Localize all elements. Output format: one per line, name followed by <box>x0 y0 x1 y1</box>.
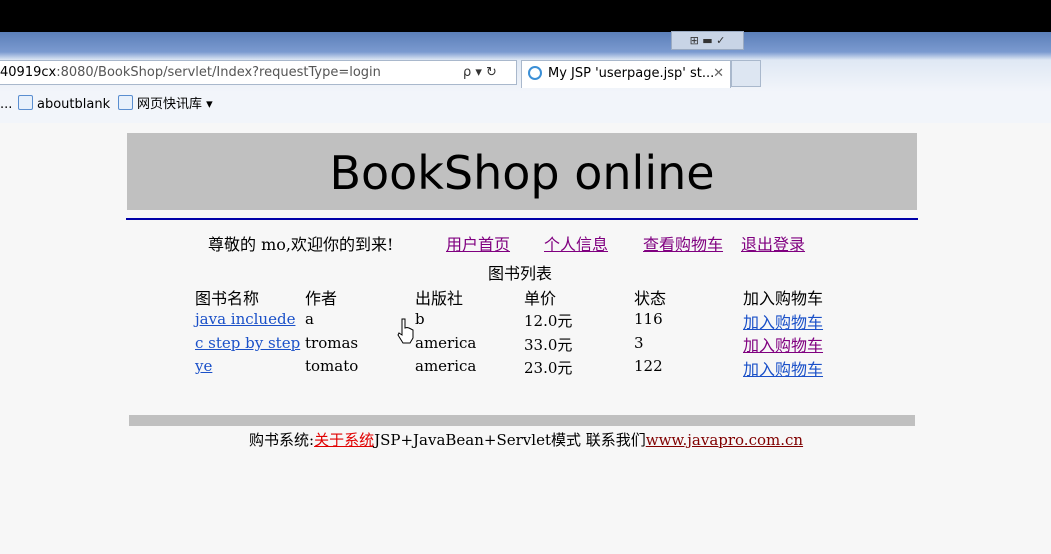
address-bar-icons[interactable]: ρ ▾ ↻ <box>463 61 517 84</box>
footer-divider <box>129 415 915 426</box>
hand-cursor-icon <box>397 318 414 344</box>
window-controls[interactable]: ⊞ ▬ ✓ <box>671 31 744 50</box>
book-name-link[interactable]: ye <box>195 357 212 375</box>
favorites-bar: ... aboutblank 网页快讯库 ▾ <box>0 92 1051 118</box>
footer-middle: JSP+JavaBean+Servlet模式 联系我们 <box>374 431 646 449</box>
book-status: 3 <box>634 334 644 352</box>
book-name-link[interactable]: c step by step <box>195 334 300 352</box>
book-name-link[interactable]: java incluede <box>195 310 295 328</box>
screen-top-bar <box>0 0 1051 32</box>
window-controls-icons[interactable]: ⊞ ▬ ✓ <box>690 34 726 47</box>
page-content: BookShop online 尊敬的 mo,欢迎你的到来! 用户首页 个人信息… <box>0 123 1051 554</box>
favorites-item-overflow[interactable]: ... <box>0 92 12 118</box>
book-status: 122 <box>634 357 663 375</box>
browser-tab-active[interactable]: My JSP 'userpage.jsp' st... ✕ <box>521 60 731 88</box>
book-author: tromas <box>305 334 359 352</box>
column-header-status: 状态 <box>634 289 667 308</box>
book-publisher: b <box>415 310 425 328</box>
address-path: :8080/BookShop/servlet/Index?requestType… <box>56 65 381 80</box>
book-list-title: 图书列表 <box>488 264 553 283</box>
book-publisher: america <box>415 334 477 352</box>
column-header-name: 图书名称 <box>195 289 260 308</box>
favorites-item-aboutblank[interactable]: aboutblank <box>18 92 110 118</box>
column-header-author: 作者 <box>305 289 338 308</box>
nav-profile[interactable]: 个人信息 <box>544 231 608 255</box>
footer-prefix: 购书系统: <box>249 431 315 449</box>
page-icon <box>18 95 33 110</box>
book-author: tomato <box>305 357 359 375</box>
add-to-cart-link[interactable]: 加入购物车 <box>743 332 823 356</box>
book-author: a <box>305 310 314 328</box>
column-header-cart: 加入购物车 <box>743 289 824 308</box>
column-header-publisher: 出版社 <box>415 289 464 308</box>
footer: 购书系统:关于系统JSP+JavaBean+Servlet模式 联系我们www.… <box>249 429 803 450</box>
book-price: 12.0元 <box>524 312 573 330</box>
site-title: BookShop online <box>329 146 715 200</box>
table-row: ye <box>195 357 212 375</box>
add-to-cart-link[interactable]: 加入购物车 <box>743 309 823 333</box>
about-system-link[interactable]: 关于系统 <box>314 431 374 449</box>
welcome-text: 尊敬的 mo,欢迎你的到来! <box>208 235 394 254</box>
book-price: 33.0元 <box>524 336 573 354</box>
nav-view-cart[interactable]: 查看购物车 <box>643 231 723 255</box>
table-row: java incluede <box>195 310 295 328</box>
nav-logout[interactable]: 退出登录 <box>741 231 805 255</box>
nav-user-home[interactable]: 用户首页 <box>446 231 510 255</box>
column-header-price: 单价 <box>524 289 557 308</box>
page-icon <box>118 95 133 110</box>
ie-icon <box>528 66 542 80</box>
book-publisher: america <box>415 357 477 375</box>
address-host: 40919cx <box>0 65 57 80</box>
website-link[interactable]: www.javapro.com.cn <box>646 431 803 449</box>
favorites-item-label: aboutblank <box>37 97 111 112</box>
close-icon[interactable]: ✕ <box>713 61 724 87</box>
new-tab-button[interactable] <box>731 60 761 87</box>
favorites-item-label: 网页快讯库 ▾ <box>137 97 213 112</box>
header-divider <box>126 218 918 220</box>
add-to-cart-link[interactable]: 加入购物车 <box>743 356 823 380</box>
tab-title: My JSP 'userpage.jsp' st... <box>548 66 715 81</box>
address-bar[interactable]: 40919cx:8080/BookShop/servlet/Index?requ… <box>0 60 517 85</box>
book-status: 116 <box>634 310 663 328</box>
book-price: 23.0元 <box>524 359 573 377</box>
table-row: c step by step <box>195 334 300 352</box>
site-banner: BookShop online <box>127 133 917 210</box>
favorites-item-webslice[interactable]: 网页快讯库 ▾ <box>118 92 213 118</box>
